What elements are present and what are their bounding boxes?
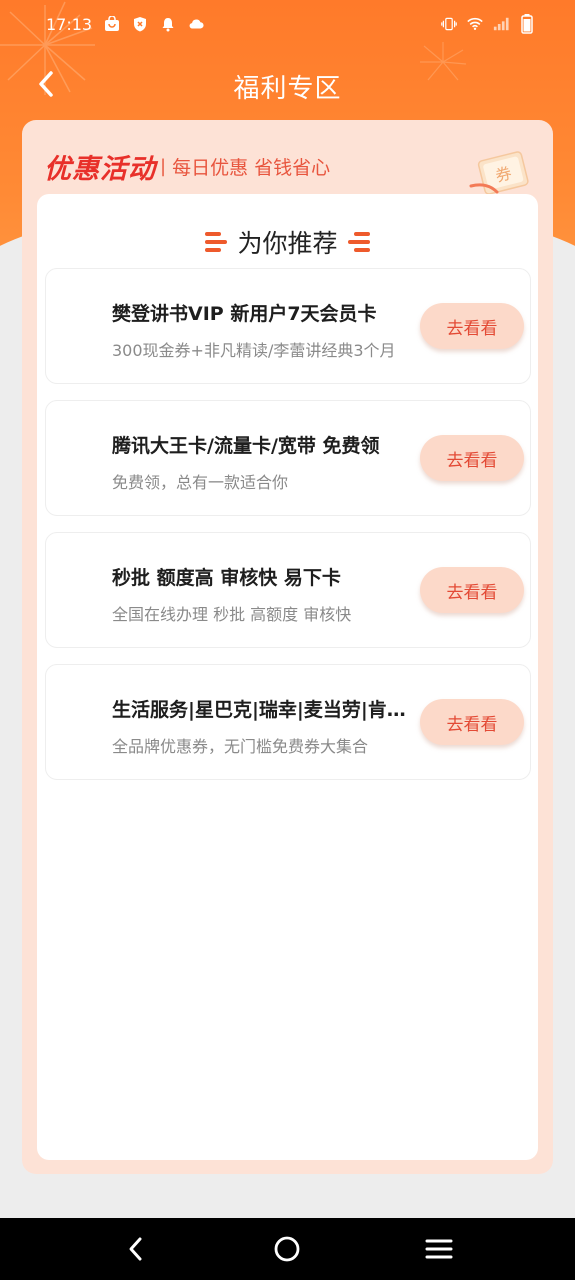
nav-bar: 福利专区	[0, 58, 575, 114]
go-see-button[interactable]: 去看看	[420, 303, 524, 349]
recommend-panel: 为你推荐 樊登讲书VIP 新用户7天会员卡 300现金券+非凡精读/李蕾讲经典3…	[37, 194, 538, 1160]
promo-card: 优惠活动 | 每日优惠 省钱省心 券 为你推荐 樊登讲书VIP 新用户7天会员卡…	[22, 120, 553, 1174]
system-home-button[interactable]	[267, 1229, 307, 1269]
vibrate-icon	[441, 16, 457, 32]
system-back-button[interactable]	[116, 1229, 156, 1269]
bell-icon	[160, 16, 176, 32]
home-circle-icon	[275, 1236, 300, 1262]
list-item[interactable]: 樊登讲书VIP 新用户7天会员卡 300现金券+非凡精读/李蕾讲经典3个月 去看…	[45, 268, 531, 384]
recommend-header: 为你推荐	[37, 224, 538, 260]
page-title: 福利专区	[233, 74, 342, 104]
recommend-title: 为你推荐	[237, 229, 338, 258]
signal-icon	[493, 16, 509, 32]
coupon-ticket-icon: 券	[469, 151, 529, 195]
triangle-back-icon	[129, 1237, 142, 1261]
go-see-button[interactable]: 去看看	[420, 699, 524, 745]
item-desc: 全品牌优惠券，无门槛免费券大集合	[112, 737, 369, 756]
system-nav-bar	[0, 1218, 575, 1280]
list-item[interactable]: 腾讯大王卡/流量卡/宽带 免费领 免费领，总有一款适合你 去看看	[45, 400, 531, 516]
item-title: 秒批 额度高 审核快 易下卡	[112, 567, 341, 589]
cloud-icon	[188, 16, 204, 32]
promo-title: 优惠活动	[44, 153, 156, 185]
item-desc: 300现金券+非凡精读/李蕾讲经典3个月	[112, 341, 396, 360]
promo-subtitle: 每日优惠 省钱省心	[172, 156, 331, 179]
list-item[interactable]: 生活服务|星巴克|瑞幸|麦当劳|肯德基 全品牌优惠券，无门槛免费券大集合 去看看	[45, 664, 531, 780]
item-title: 腾讯大王卡/流量卡/宽带 免费领	[112, 435, 380, 457]
status-right	[441, 14, 535, 34]
item-title: 樊登讲书VIP 新用户7天会员卡	[112, 303, 377, 325]
decor-bars-left-icon	[205, 232, 228, 252]
shield-x-icon	[132, 16, 148, 32]
item-desc: 全国在线办理 秒批 高额度 审核快	[112, 605, 352, 624]
list-item[interactable]: 秒批 额度高 审核快 易下卡 全国在线办理 秒批 高额度 审核快 去看看	[45, 532, 531, 648]
promo-separator: |	[160, 155, 167, 177]
go-see-button[interactable]: 去看看	[420, 567, 524, 613]
item-title: 生活服务|星巴克|瑞幸|麦当劳|肯德基	[112, 699, 412, 721]
status-bar: 17:13	[0, 0, 575, 48]
status-time: 17:13	[46, 14, 93, 34]
decor-bars-right-icon	[347, 232, 370, 252]
go-see-button[interactable]: 去看看	[420, 435, 524, 481]
system-menu-button[interactable]	[419, 1229, 459, 1269]
wifi-icon	[467, 16, 483, 32]
menu-lines-icon	[425, 1239, 453, 1259]
promo-header: 优惠活动 | 每日优惠 省钱省心	[44, 146, 330, 186]
battery-icon	[519, 14, 535, 34]
shopping-bag-icon	[104, 16, 120, 32]
status-left: 17:13	[46, 15, 204, 34]
item-desc: 免费领，总有一款适合你	[112, 473, 289, 492]
